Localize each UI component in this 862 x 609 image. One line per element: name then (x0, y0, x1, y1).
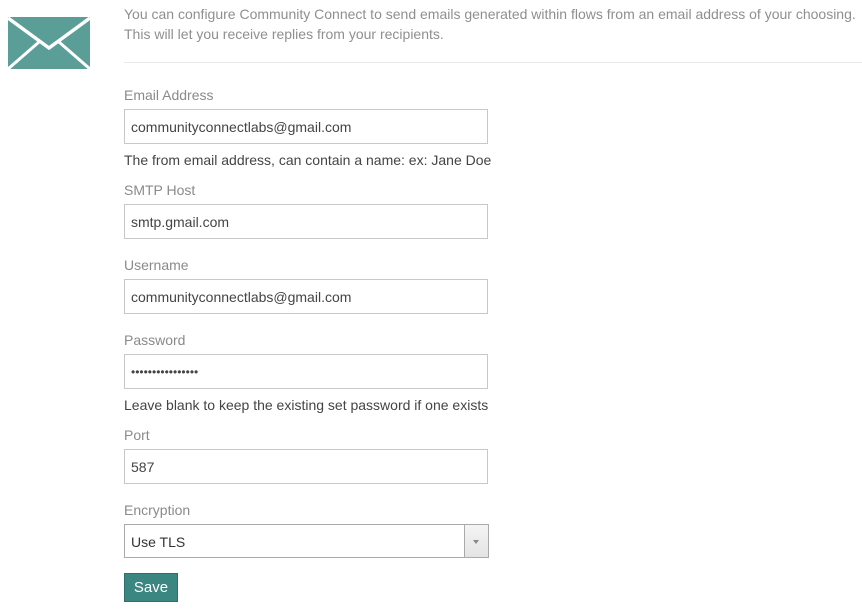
username-label: Username (124, 257, 189, 273)
divider (124, 62, 862, 63)
intro-line-1: You can configure Community Connect to s… (124, 6, 856, 22)
email-address-input[interactable] (124, 109, 488, 144)
password-help: Leave blank to keep the existing set pas… (124, 397, 489, 413)
port-input[interactable] (124, 449, 488, 484)
smtp-host-input[interactable] (124, 204, 488, 239)
port-label: Port (124, 427, 150, 443)
password-input[interactable] (124, 354, 488, 389)
email-settings-page: You can configure Community Connect to s… (0, 0, 862, 609)
intro-line-2: This will let you receive replies from y… (124, 26, 444, 42)
envelope-icon (8, 17, 90, 69)
encryption-select[interactable]: Use TLS (124, 524, 489, 558)
encryption-selected-value: Use TLS (131, 534, 186, 550)
smtp-host-label: SMTP Host (124, 182, 196, 198)
password-label: Password (124, 332, 186, 348)
username-input[interactable] (124, 279, 488, 314)
email-address-label: Email Address (124, 87, 214, 103)
chevron-down-icon[interactable] (464, 525, 488, 557)
intro-text: You can configure Community Connect to s… (124, 4, 862, 44)
email-address-help: The from email address, can contain a na… (124, 152, 492, 168)
encryption-label: Encryption (124, 502, 191, 518)
save-button[interactable]: Save (124, 573, 178, 602)
